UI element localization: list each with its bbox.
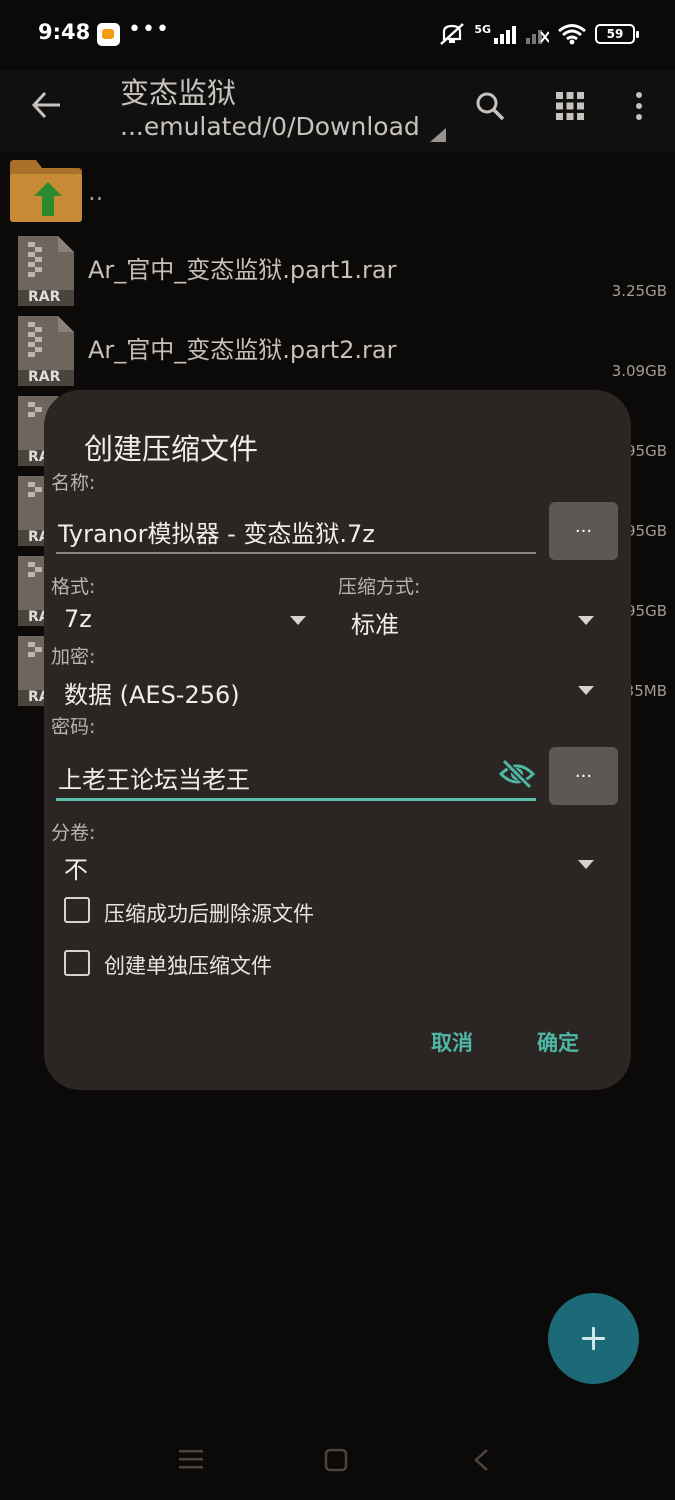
file-size: 95GB — [625, 442, 667, 460]
back-arrow-icon[interactable] — [30, 88, 64, 122]
separate-archives-checkbox[interactable] — [64, 950, 90, 976]
notification-app-icon — [97, 23, 120, 46]
file-size: 3.09GB — [611, 362, 667, 380]
name-label: 名称: — [51, 472, 96, 494]
folder-title: 变态监狱 — [120, 76, 237, 110]
mute-icon — [440, 23, 465, 45]
split-label: 分卷: — [51, 822, 96, 844]
chevron-down-icon[interactable] — [578, 616, 594, 625]
compression-method-label: 压缩方式: — [338, 576, 421, 598]
clock: 9:48 — [38, 20, 91, 44]
more-options-icon[interactable] — [621, 88, 657, 124]
password-input[interactable]: 上老王论坛当老王 — [58, 760, 250, 795]
file-size: 95GB — [625, 602, 667, 620]
signal-off-icon — [526, 30, 549, 44]
split-select[interactable]: 不 — [64, 850, 88, 885]
format-select[interactable]: 7z — [64, 605, 92, 633]
network-type: 5G — [474, 22, 491, 36]
wifi-icon — [558, 24, 586, 45]
list-item-parent-folder[interactable]: .. — [0, 152, 675, 232]
separate-archives-label[interactable]: 创建单独压缩文件 — [104, 950, 272, 980]
more-notifications: ••• — [128, 17, 170, 42]
create-archive-dialog: 创建压缩文件 名称: Tyranor模拟器 - 变态监狱.7z ... 格式: … — [44, 390, 631, 1090]
status-icons: 5G 59 — [438, 20, 639, 48]
chevron-down-icon[interactable] — [578, 860, 594, 869]
encryption-label: 加密: — [51, 646, 96, 668]
password-options-button[interactable]: ... — [549, 747, 618, 805]
chevron-down-icon[interactable] — [578, 686, 594, 695]
add-fab-button[interactable] — [548, 1293, 639, 1384]
folder-path[interactable]: ...emulated/0/Download — [120, 112, 420, 141]
file-type-badge: RAR — [28, 289, 61, 305]
chevron-down-icon[interactable] — [290, 616, 306, 625]
battery-indicator: 59 — [595, 24, 639, 44]
encryption-select[interactable]: 数据 (AES-256) — [64, 675, 240, 710]
file-size: 3.25GB — [611, 282, 667, 300]
file-name: Ar_官中_变态监狱.part2.rar — [88, 336, 397, 364]
password-underline — [56, 798, 536, 801]
list-item[interactable]: RAR Ar_官中_变态监狱.part2.rar 3.09GB — [0, 310, 675, 390]
parent-folder-label: .. — [88, 178, 104, 206]
file-name: Ar_官中_变态监狱.part1.rar — [88, 256, 397, 284]
delete-source-checkbox[interactable] — [64, 897, 90, 923]
compression-method-select[interactable]: 标准 — [351, 605, 399, 640]
file-type-badge: RAR — [28, 369, 61, 385]
back-icon[interactable] — [472, 1448, 490, 1472]
folder-up-icon — [10, 160, 82, 222]
grid-view-icon[interactable] — [552, 88, 588, 124]
delete-source-label[interactable]: 压缩成功后删除源文件 — [104, 898, 314, 928]
dialog-title: 创建压缩文件 — [84, 432, 259, 466]
file-size: 95GB — [625, 522, 667, 540]
signal-icon — [494, 26, 516, 44]
search-icon[interactable] — [472, 88, 508, 124]
password-label: 密码: — [51, 716, 96, 738]
browse-destination-button[interactable]: ... — [549, 502, 618, 560]
file-size: 35MB — [624, 682, 667, 700]
app-bar: 变态监狱 ...emulated/0/Download — [0, 70, 675, 152]
system-nav-bar — [0, 1420, 675, 1500]
archive-name-input[interactable]: Tyranor模拟器 - 变态监狱.7z — [58, 514, 375, 549]
ok-button[interactable]: 确定 — [537, 1027, 579, 1057]
visibility-off-icon[interactable] — [498, 758, 536, 790]
status-bar: 9:48 ••• 5G 59 — [0, 0, 675, 70]
menu-icon[interactable] — [178, 1448, 204, 1470]
format-label: 格式: — [51, 576, 96, 598]
cancel-button[interactable]: 取消 — [431, 1027, 473, 1057]
path-dropdown-indicator — [430, 128, 446, 142]
home-icon[interactable] — [324, 1448, 348, 1472]
list-item[interactable]: RAR Ar_官中_变态监狱.part1.rar 3.25GB — [0, 230, 675, 310]
archive-name-underline — [56, 552, 536, 554]
